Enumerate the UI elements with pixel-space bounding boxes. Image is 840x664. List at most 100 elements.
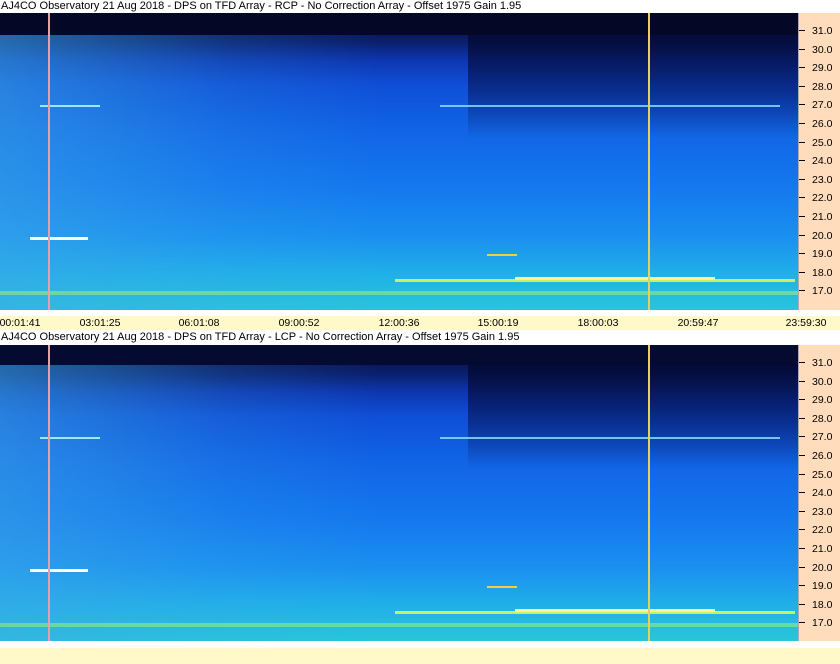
time-label: 12:00:36 xyxy=(378,317,420,329)
frequency-label: 26.0 xyxy=(812,118,833,130)
signal-band xyxy=(0,623,798,627)
time-label: 23:59:30 xyxy=(785,317,827,329)
tick-mark xyxy=(799,141,805,143)
spectrogram-glow xyxy=(0,345,380,641)
frequency-tick: 24.0 xyxy=(799,154,840,168)
tick-mark xyxy=(799,123,805,124)
tick-mark xyxy=(799,234,805,236)
tick-mark xyxy=(799,48,805,50)
tick-mark xyxy=(799,585,805,587)
tick-mark xyxy=(799,399,805,401)
tick-mark xyxy=(799,104,805,106)
top-dark-band xyxy=(0,345,798,365)
tick-mark xyxy=(799,67,805,69)
frequency-label: 24.0 xyxy=(812,155,833,168)
time-marker-left xyxy=(48,345,50,641)
frequency-tick: 27.0 xyxy=(799,430,840,444)
frequency-tick: 23.0 xyxy=(799,173,840,187)
frequency-label: 18.0 xyxy=(812,266,833,279)
frequency-label: 22.0 xyxy=(812,192,833,205)
frequency-label: 21.0 xyxy=(812,543,833,555)
frequency-tick: 18.0 xyxy=(799,266,840,280)
signal-band xyxy=(487,586,517,588)
frequency-tick: 23.0 xyxy=(799,505,840,519)
tick-mark xyxy=(799,548,805,549)
spectrogram-rcp[interactable] xyxy=(0,13,798,310)
time-label: 03:01:25 xyxy=(79,317,121,329)
frequency-label: 29.0 xyxy=(812,394,833,407)
frequency-tick: 26.0 xyxy=(799,117,840,131)
time-marker-right xyxy=(648,13,650,310)
frequency-tick: 28.0 xyxy=(799,412,840,426)
frequency-label: 31.0 xyxy=(812,25,833,37)
tick-mark xyxy=(799,455,805,456)
frequency-tick: 19.0 xyxy=(799,579,840,593)
tick-mark xyxy=(799,85,805,87)
frequency-label: 23.0 xyxy=(812,173,833,186)
tick-mark xyxy=(799,253,805,255)
tick-mark xyxy=(799,529,805,531)
signal-band xyxy=(30,237,88,240)
frequency-tick: 24.0 xyxy=(799,486,840,500)
tick-mark xyxy=(799,492,805,494)
frequency-tick: 20.0 xyxy=(799,229,840,243)
signal-band xyxy=(440,105,780,107)
frequency-label: 24.0 xyxy=(812,487,833,500)
frequency-tick: 30.0 xyxy=(799,375,840,389)
tick-mark xyxy=(799,417,805,419)
panel-title-lcp: AJ4CO Observatory 21 Aug 2018 - DPS on T… xyxy=(0,331,840,344)
frequency-label: 29.0 xyxy=(812,62,833,75)
frequency-tick: 31.0 xyxy=(799,24,840,38)
signal-band xyxy=(515,609,715,612)
frequency-tick: 21.0 xyxy=(799,210,840,224)
tick-mark xyxy=(799,603,805,605)
tick-mark xyxy=(799,473,805,475)
frequency-label: 19.0 xyxy=(812,580,833,593)
spectrogram-glow xyxy=(0,13,380,310)
frequency-tick: 22.0 xyxy=(799,191,840,205)
frequency-label: 17.0 xyxy=(812,617,833,630)
tick-mark xyxy=(799,566,805,568)
tick-mark xyxy=(799,271,805,273)
signal-band xyxy=(0,291,798,295)
frequency-tick: 19.0 xyxy=(799,247,840,261)
time-label: 18:00:03 xyxy=(577,317,619,329)
time-marker-left xyxy=(48,13,50,310)
frequency-label: 25.0 xyxy=(812,468,833,481)
frequency-label: 23.0 xyxy=(812,505,833,518)
frequency-label: 26.0 xyxy=(812,450,833,462)
time-axis-rcp: 00:01:41 03:01:25 06:01:08 09:00:52 12:00:36… xyxy=(0,316,840,330)
frequency-tick: 28.0 xyxy=(799,80,840,94)
frequency-label: 22.0 xyxy=(812,524,833,537)
time-label: 00:01:41 xyxy=(0,317,41,329)
tick-mark xyxy=(799,216,805,217)
frequency-tick: 17.0 xyxy=(799,284,840,298)
tick-mark xyxy=(799,380,805,382)
frequency-axis-lcp: 31.0 30.0 29.0 28.0 27.0 26.0 25.0 24.0 23.0 22.0… xyxy=(798,345,840,641)
frequency-tick: 30.0 xyxy=(799,43,840,57)
frequency-label: 17.0 xyxy=(812,285,833,298)
time-axis-lcp xyxy=(0,648,840,664)
signal-band xyxy=(515,277,715,280)
frequency-tick: 25.0 xyxy=(799,468,840,482)
time-label: 09:00:52 xyxy=(278,317,320,329)
frequency-label: 20.0 xyxy=(812,229,833,242)
tick-mark xyxy=(799,510,805,512)
signal-band xyxy=(440,437,780,439)
frequency-label: 28.0 xyxy=(812,412,833,425)
tick-mark xyxy=(799,362,805,363)
signal-band xyxy=(30,569,88,572)
time-label: 06:01:08 xyxy=(178,317,220,329)
frequency-tick: 27.0 xyxy=(799,98,840,112)
frequency-label: 19.0 xyxy=(812,248,833,261)
spectrogram-lcp[interactable] xyxy=(0,345,798,641)
frequency-label: 28.0 xyxy=(812,80,833,93)
frequency-label: 25.0 xyxy=(812,136,833,149)
frequency-tick: 17.0 xyxy=(799,616,840,630)
time-marker-right xyxy=(648,345,650,641)
tick-mark xyxy=(799,436,805,438)
tick-mark xyxy=(799,197,805,199)
frequency-tick: 29.0 xyxy=(799,61,840,75)
frequency-tick: 21.0 xyxy=(799,542,840,556)
frequency-label: 21.0 xyxy=(812,211,833,223)
